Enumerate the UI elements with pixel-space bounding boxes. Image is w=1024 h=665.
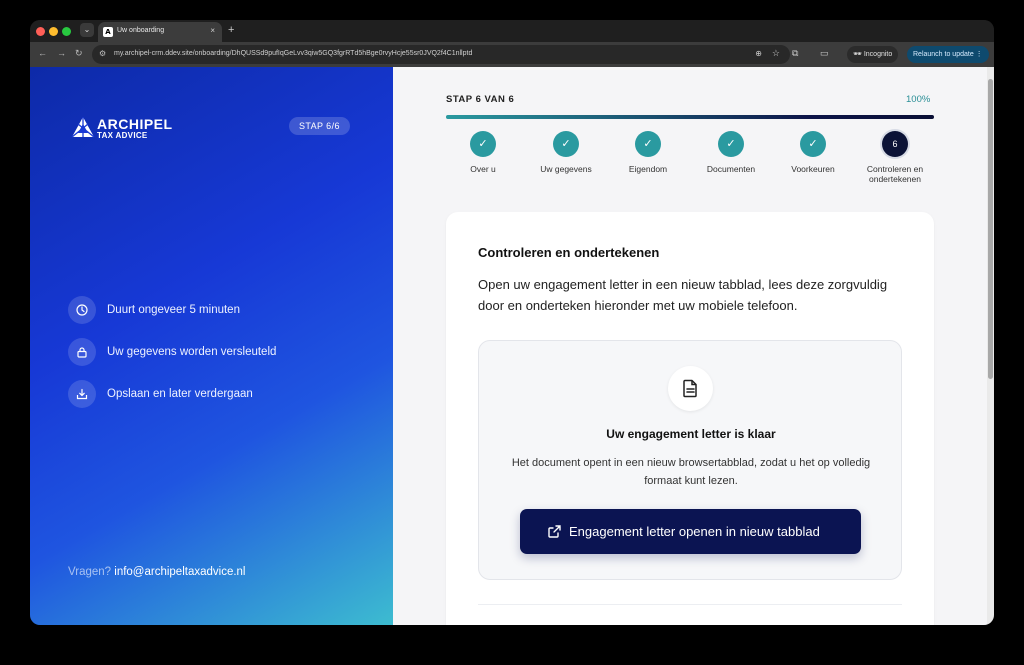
page-content: ARCHIPEL TAX ADVICE STAP 6/6 Duurt ongev… bbox=[30, 67, 994, 625]
close-window-button[interactable] bbox=[36, 27, 45, 36]
questions-label: Vragen? bbox=[68, 566, 112, 578]
step-label: Voorkeuren bbox=[791, 164, 835, 174]
feature-label: Opslaan en later verdergaan bbox=[107, 388, 253, 400]
progress-bar bbox=[446, 115, 934, 119]
engagement-letter-panel: Uw engagement letter is klaar Het docume… bbox=[478, 340, 902, 580]
incognito-badge[interactable]: 🕶 Incognito bbox=[847, 46, 899, 63]
section-divider bbox=[478, 604, 902, 605]
step-controleren: 6 Controleren en ondertekenen bbox=[855, 131, 935, 191]
step-check-icon: ✓ bbox=[800, 131, 826, 157]
step-label: Controleren en ondertekenen bbox=[866, 164, 924, 184]
relaunch-label: Relaunch to update bbox=[913, 51, 974, 58]
browser-toolbar: ← → ↻ ⚙ my.archipel-crm.ddev.site/onboar… bbox=[30, 42, 994, 67]
step-check-icon: ✓ bbox=[553, 131, 579, 157]
scrollbar-thumb[interactable] bbox=[988, 79, 993, 379]
progress-bar-fill bbox=[446, 115, 934, 119]
open-engagement-letter-button[interactable]: Engagement letter openen in nieuw tabbla… bbox=[520, 509, 861, 554]
onboarding-sidebar: ARCHIPEL TAX ADVICE STAP 6/6 Duurt ongev… bbox=[30, 67, 393, 625]
feature-label: Uw gegevens worden versleuteld bbox=[107, 346, 277, 358]
extensions-icon[interactable]: ⧉ bbox=[792, 48, 798, 59]
reload-icon[interactable]: ↻ bbox=[75, 48, 83, 59]
step-label: Documenten bbox=[706, 164, 756, 174]
tab-strip: ⌄ A Uw onboarding × + bbox=[30, 20, 994, 42]
letter-description: Het document opent in een nieuw browsert… bbox=[511, 457, 871, 487]
save-icon bbox=[68, 380, 96, 408]
archipel-logo: ARCHIPEL TAX ADVICE bbox=[71, 116, 172, 140]
open-button-label: Engagement letter openen in nieuw tabbla… bbox=[569, 524, 820, 539]
step-counter: STAP 6 VAN 6 bbox=[446, 94, 515, 105]
feature-label: Duurt ongeveer 5 minuten bbox=[107, 304, 240, 316]
step-voorkeuren: ✓ Voorkeuren bbox=[773, 131, 853, 191]
external-link-icon bbox=[548, 525, 561, 538]
document-icon bbox=[668, 366, 713, 411]
step-uw-gegevens: ✓ Uw gegevens bbox=[526, 131, 606, 191]
step-over-u: ✓ Over u bbox=[443, 131, 523, 191]
back-icon[interactable]: ← bbox=[38, 48, 47, 58]
step-label: Eigendom bbox=[628, 164, 668, 174]
browser-window: ⌄ A Uw onboarding × + ← → ↻ ⚙ my.archipe… bbox=[30, 20, 994, 625]
site-info-icon[interactable]: ⚙ bbox=[99, 49, 106, 58]
step-label: Uw gegevens bbox=[540, 164, 592, 174]
zoom-icon[interactable]: ⊕ bbox=[755, 49, 762, 58]
relaunch-button[interactable]: Relaunch to update ⋮ bbox=[907, 46, 989, 63]
letter-ready-title: Uw engagement letter is klaar bbox=[606, 427, 776, 441]
minimize-window-button[interactable] bbox=[49, 27, 58, 36]
step-check-icon: ✓ bbox=[470, 131, 496, 157]
incognito-label: Incognito bbox=[863, 51, 893, 58]
step-documenten: ✓ Documenten bbox=[691, 131, 771, 191]
clock-icon bbox=[68, 296, 96, 324]
new-tab-button[interactable]: + bbox=[228, 24, 234, 36]
step-check-icon: ✓ bbox=[718, 131, 744, 157]
tab-search-icon[interactable]: ⌄ bbox=[80, 23, 94, 37]
cast-icon[interactable]: ▭ bbox=[820, 48, 829, 59]
card-intro: Open uw engagement letter in een nieuw t… bbox=[478, 277, 888, 313]
progress-percent: 100% bbox=[906, 94, 931, 105]
tab-onboarding[interactable]: A Uw onboarding × bbox=[98, 22, 222, 42]
step-badge: STAP 6/6 bbox=[289, 117, 350, 135]
contact-line: Vragen? info@archipeltaxadvice.nl bbox=[68, 566, 245, 578]
step-number: 6 bbox=[882, 131, 908, 157]
tab-title: Uw onboarding bbox=[117, 27, 165, 34]
url-text: my.archipel-crm.ddev.site/onboarding/DhQ… bbox=[114, 50, 473, 57]
close-tab-icon[interactable]: × bbox=[210, 26, 215, 35]
step-eigendom: ✓ Eigendom bbox=[608, 131, 688, 191]
onboarding-main: STAP 6 VAN 6 100% ✓ Over u ✓ Uw gegevens… bbox=[393, 67, 987, 625]
card-heading: Controleren en ondertekenen bbox=[478, 245, 660, 260]
step-check-icon: ✓ bbox=[635, 131, 661, 157]
address-bar[interactable]: ⚙ my.archipel-crm.ddev.site/onboarding/D… bbox=[92, 45, 790, 64]
review-sign-card: Controleren en ondertekenen Open uw enga… bbox=[446, 212, 934, 625]
forward-icon[interactable]: → bbox=[57, 48, 66, 58]
lock-icon bbox=[68, 338, 96, 366]
step-label: Over u bbox=[470, 164, 496, 174]
logo-subtitle: TAX ADVICE bbox=[97, 131, 148, 140]
contact-email-link[interactable]: info@archipeltaxadvice.nl bbox=[114, 566, 245, 578]
page-scrollbar[interactable] bbox=[987, 67, 994, 625]
archipel-favicon-icon: A bbox=[103, 27, 113, 37]
maximize-window-button[interactable] bbox=[62, 27, 71, 36]
bookmark-star-icon[interactable]: ☆ bbox=[772, 48, 780, 59]
archipel-logo-icon bbox=[71, 117, 95, 138]
logo-name: ARCHIPEL bbox=[97, 116, 173, 132]
